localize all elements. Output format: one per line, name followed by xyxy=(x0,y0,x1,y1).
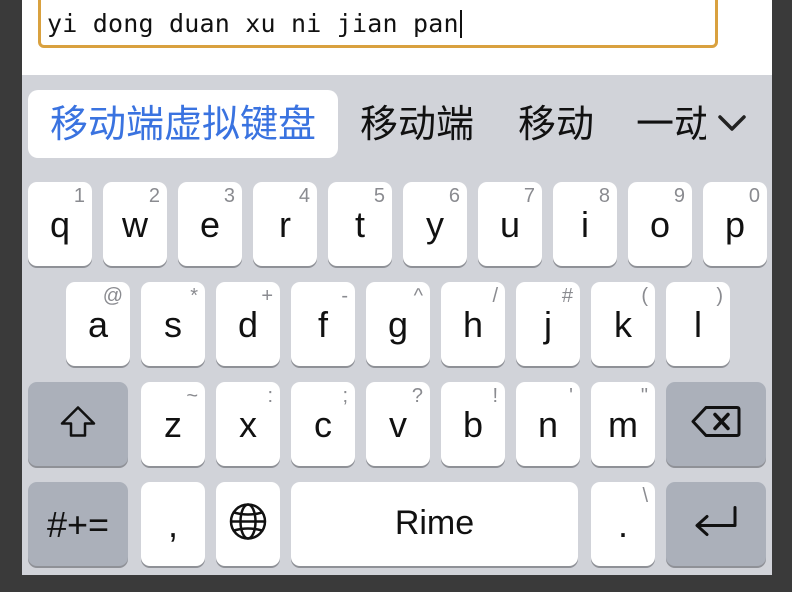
key-label: v xyxy=(389,404,407,445)
key-label: t xyxy=(354,204,365,245)
key-v[interactable]: ? v xyxy=(366,382,430,466)
key-label: e xyxy=(199,204,221,245)
key-t[interactable]: 5t xyxy=(328,182,392,266)
key-label: w xyxy=(122,204,148,245)
key-q[interactable]: 1q xyxy=(28,182,92,266)
key-label: y xyxy=(426,204,444,245)
app-frame: yi dong duan xu ni jian pan 移动端虚拟键盘 移动端 … xyxy=(22,0,772,575)
key-i[interactable]: 8i xyxy=(553,182,617,266)
key-label: c xyxy=(314,404,332,445)
key-label: p xyxy=(724,204,746,245)
period-key[interactable]: \ . xyxy=(591,482,655,566)
symbols-key[interactable]: #+= xyxy=(28,482,128,566)
key-label: z xyxy=(164,404,182,445)
key-label: l xyxy=(694,304,702,345)
key-label: x xyxy=(239,404,257,445)
candidate-item: 一动 xyxy=(636,102,706,146)
key-label: d xyxy=(237,304,259,345)
key-p[interactable]: 0p xyxy=(703,182,767,266)
key-m[interactable]: " m xyxy=(591,382,655,466)
key-x[interactable]: :x xyxy=(216,382,280,466)
key-label: r xyxy=(279,204,291,245)
globe-key[interactable] xyxy=(216,482,280,566)
key-u[interactable]: 7u xyxy=(478,182,542,266)
virtual-keyboard: 移动端虚拟键盘 移动端 移动 一动 1 q 2 w 3 e 4 r 5 t 6 y 7 u 8 i 9 o 0 p @ a… xyxy=(22,75,772,575)
key-z[interactable]: ~ z xyxy=(141,382,205,466)
key-label: i xyxy=(581,204,589,245)
key-label: g xyxy=(387,304,409,345)
key-f[interactable]: -f xyxy=(291,282,355,366)
key-j[interactable]: # j xyxy=(516,282,580,366)
key-label: n xyxy=(537,404,559,445)
candidate-bar: 移动端虚拟键盘 移动端 移动 一动 xyxy=(22,75,772,175)
key-c[interactable]: ; c xyxy=(291,382,355,466)
candidate-item-clipped[interactable]: 一动 xyxy=(630,90,706,158)
key-a[interactable]: @ a xyxy=(66,282,130,366)
key-l[interactable]: ) l xyxy=(666,282,730,366)
key-r[interactable]: 4r xyxy=(253,182,317,266)
backspace-icon xyxy=(691,405,741,444)
key-w[interactable]: 2w xyxy=(103,182,167,266)
input-area: yi dong duan xu ni jian pan xyxy=(22,0,772,75)
key-h[interactable]: / h xyxy=(441,282,505,366)
text-caret xyxy=(459,10,462,38)
candidate-item[interactable]: 移动 xyxy=(518,90,594,158)
key-g[interactable]: ^ g xyxy=(366,282,430,366)
backspace-key[interactable] xyxy=(666,382,766,466)
key-s[interactable]: * s xyxy=(141,282,205,366)
return-key[interactable] xyxy=(666,482,766,566)
key-k[interactable]: (k xyxy=(591,282,655,366)
comma-key[interactable]: , xyxy=(141,482,205,566)
key-label: u xyxy=(499,204,521,245)
key-label: o xyxy=(649,204,671,245)
key-b[interactable]: ! b xyxy=(441,382,505,466)
comma-label: , xyxy=(167,504,178,545)
key-label: f xyxy=(317,304,328,345)
candidate-item[interactable]: 移动端虚拟键盘 xyxy=(28,90,338,158)
space-key[interactable]: Rime xyxy=(291,482,578,566)
text-input[interactable]: yi dong duan xu ni jian pan xyxy=(38,0,718,48)
key-label: b xyxy=(462,404,484,445)
key-e[interactable]: 3e xyxy=(178,182,242,266)
shift-key[interactable] xyxy=(28,382,128,466)
key-label: j xyxy=(544,304,552,345)
key-label: a xyxy=(87,304,109,345)
candidate-item[interactable]: 移动端 xyxy=(360,90,474,158)
key-label: s xyxy=(164,304,182,345)
shift-icon xyxy=(59,405,97,444)
key-label: k xyxy=(614,304,632,345)
key-label: h xyxy=(462,304,484,345)
key-y[interactable]: 6y xyxy=(403,182,467,266)
key-d[interactable]: + d xyxy=(216,282,280,366)
key-n[interactable]: ' n xyxy=(516,382,580,466)
chevron-down-icon[interactable] xyxy=(712,103,752,143)
key-label: q xyxy=(49,204,71,245)
globe-icon xyxy=(228,502,268,547)
space-label: Rime xyxy=(394,504,475,542)
period-label: . xyxy=(617,504,628,545)
symbols-label: #+= xyxy=(46,504,110,545)
input-text: yi dong duan xu ni jian pan xyxy=(47,9,462,38)
key-o[interactable]: 9o xyxy=(628,182,692,266)
return-icon xyxy=(691,504,741,545)
key-label: m xyxy=(608,404,638,445)
